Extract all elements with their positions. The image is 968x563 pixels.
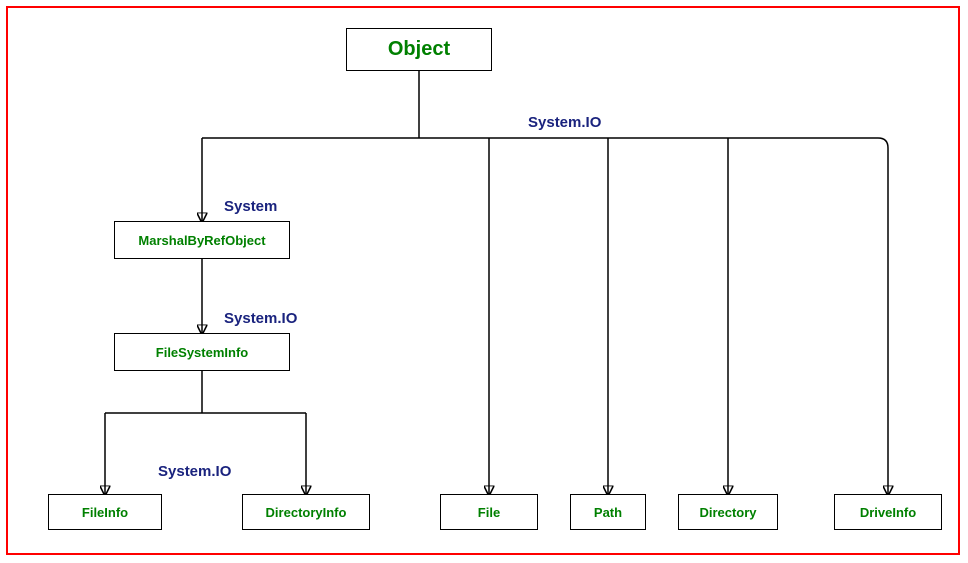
node-marshalbyrefobject-label: MarshalByRefObject [138,233,265,248]
node-file: File [440,494,538,530]
node-object-label: Object [388,38,450,61]
node-filesysteminfo-label: FileSystemInfo [156,345,248,360]
namespace-label-fsinfo: System.IO [224,310,297,327]
node-directory-label: Directory [699,505,756,520]
node-driveinfo: DriveInfo [834,494,942,530]
connector-lines [8,8,962,557]
node-object: Object [346,28,492,71]
namespace-label-bottom: System.IO [158,463,231,480]
node-directoryinfo: DirectoryInfo [242,494,370,530]
node-marshalbyrefobject: MarshalByRefObject [114,221,290,259]
node-filesysteminfo: FileSystemInfo [114,333,290,371]
node-driveinfo-label: DriveInfo [860,505,916,520]
node-file-label: File [478,505,500,520]
namespace-label-top: System.IO [528,114,601,131]
node-fileinfo: FileInfo [48,494,162,530]
node-fileinfo-label: FileInfo [82,505,128,520]
diagram-frame: Object System.IO System System.IO System… [6,6,960,555]
namespace-label-system: System [224,198,277,215]
node-directoryinfo-label: DirectoryInfo [266,505,347,520]
node-path: Path [570,494,646,530]
node-directory: Directory [678,494,778,530]
node-path-label: Path [594,505,622,520]
